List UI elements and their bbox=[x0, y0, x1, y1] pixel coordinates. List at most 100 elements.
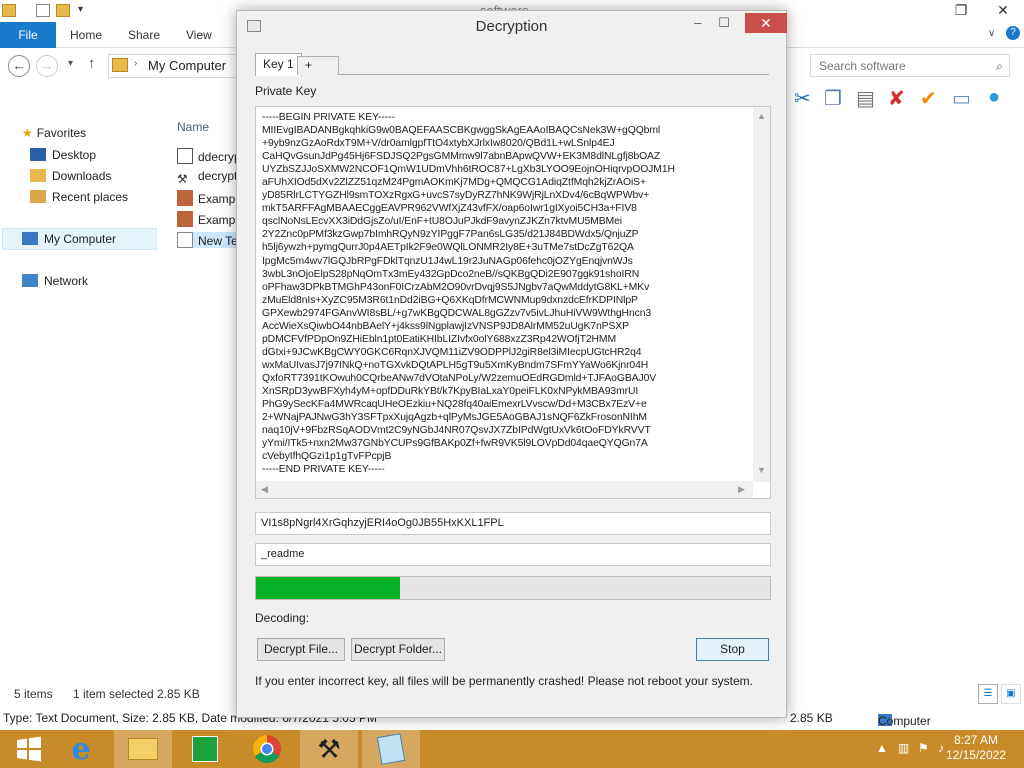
decryption-dialog: Decryption – ☐ ✕ Key 1 + Private Key ---… bbox=[236, 10, 787, 718]
list-item[interactable]: ⚒ decrypt bbox=[177, 169, 237, 188]
maximize-icon[interactable]: ☐ bbox=[709, 13, 739, 33]
list-item[interactable]: Exampl bbox=[177, 190, 238, 206]
breadcrumb[interactable]: My Computer bbox=[148, 58, 226, 73]
file-explorer-icon bbox=[128, 738, 158, 760]
chrome-icon bbox=[253, 735, 281, 763]
decrypt-file-button[interactable]: Decrypt File... bbox=[257, 638, 345, 661]
archive-icon bbox=[177, 148, 193, 164]
show-hidden-icons-icon[interactable]: ▲ bbox=[876, 741, 888, 755]
close-icon[interactable]: ✕ bbox=[988, 0, 1018, 20]
private-key-textarea[interactable]: -----BEGIN PRIVATE KEY----- MIIEvgIBADAN… bbox=[255, 106, 771, 499]
taskbar-chrome[interactable] bbox=[238, 730, 296, 768]
customize-quick-access-icon[interactable]: ▾ bbox=[78, 4, 83, 15]
text-file-icon bbox=[177, 232, 193, 248]
up-button[interactable]: ↑ bbox=[88, 55, 96, 72]
downloads-icon bbox=[30, 169, 46, 182]
horizontal-scrollbar[interactable]: ◀ ▶ bbox=[256, 481, 753, 498]
decrypt-folder-button[interactable]: Decrypt Folder... bbox=[351, 638, 445, 661]
computer-icon bbox=[22, 232, 38, 245]
ribbon-tab-share[interactable]: Share bbox=[128, 28, 160, 42]
globe-icon[interactable]: ● bbox=[988, 86, 1000, 109]
folder-icon bbox=[2, 4, 16, 17]
nav-my-computer[interactable]: My Computer bbox=[22, 232, 116, 246]
taskbar-decryptor[interactable]: ⚒ bbox=[300, 730, 358, 768]
nav-downloads-label: Downloads bbox=[52, 169, 112, 183]
warning-message: If you enter incorrect key, all files wi… bbox=[255, 674, 754, 688]
private-key-text[interactable]: -----BEGIN PRIVATE KEY----- MIIEvgIBADAN… bbox=[262, 111, 752, 479]
file-name: Exampl bbox=[198, 213, 239, 227]
tab-key-1[interactable]: Key 1 bbox=[255, 53, 302, 76]
back-button[interactable]: ← bbox=[8, 55, 30, 77]
check-icon[interactable]: ✔ bbox=[920, 86, 937, 111]
properties-icon[interactable] bbox=[36, 4, 50, 17]
image-file-icon bbox=[177, 211, 193, 227]
dialog-titlebar[interactable]: Decryption – ☐ ✕ bbox=[237, 11, 787, 41]
ribbon-tab-file[interactable]: File bbox=[0, 22, 56, 48]
taskbar: e ⚒ ▲ ▥ ⚑ ♪ 8:27 AM 12/15/2022 bbox=[0, 730, 1024, 768]
recent-locations-icon[interactable]: ▾ bbox=[68, 58, 73, 69]
network-status-icon[interactable]: ▥ bbox=[898, 741, 909, 755]
search-input[interactable]: Search software ⌕ bbox=[810, 54, 1010, 77]
scroll-up-icon[interactable]: ▲ bbox=[757, 111, 766, 121]
hammer-icon: ⚒ bbox=[177, 172, 188, 186]
nav-recent-places[interactable]: Recent places bbox=[30, 190, 128, 204]
nav-desktop[interactable]: Desktop bbox=[30, 148, 96, 162]
breadcrumb-chevron-icon[interactable]: › bbox=[134, 58, 137, 69]
taskbar-notepad[interactable] bbox=[362, 730, 420, 768]
desktop-icon bbox=[30, 148, 46, 161]
close-button[interactable]: ✕ bbox=[745, 13, 787, 33]
help-icon[interactable]: ? bbox=[1006, 26, 1020, 40]
ribbon-tab-home[interactable]: Home bbox=[70, 28, 102, 42]
decryption-progress-bar bbox=[255, 576, 771, 600]
stop-button[interactable]: Stop bbox=[696, 638, 769, 661]
list-item[interactable]: New Te bbox=[177, 232, 238, 248]
new-folder-icon[interactable] bbox=[56, 4, 70, 17]
scissors-icon[interactable]: ✂ bbox=[794, 86, 811, 111]
search-placeholder: Search software bbox=[819, 59, 906, 73]
scroll-right-icon[interactable]: ▶ bbox=[738, 484, 745, 495]
notepad-icon bbox=[376, 733, 406, 765]
taskbar-internet-explorer[interactable]: e bbox=[52, 730, 110, 768]
key-id-field[interactable]: VI1s8pNgrl4XrGqhzyjERI4oOg0JB55HxKXL1FPL bbox=[255, 512, 771, 535]
add-key-tab[interactable]: + bbox=[297, 56, 339, 75]
expand-ribbon-icon[interactable]: ∨ bbox=[988, 28, 995, 39]
forward-button[interactable]: → bbox=[36, 55, 58, 77]
rename-icon[interactable]: ▭ bbox=[952, 86, 971, 111]
clipboard-icon[interactable]: ▤ bbox=[856, 86, 875, 111]
list-item[interactable]: ddecryp bbox=[177, 148, 241, 164]
maximize-icon[interactable]: ❐ bbox=[946, 0, 976, 20]
clock[interactable]: 8:27 AM 12/15/2022 bbox=[946, 733, 1006, 763]
nav-favorites[interactable]: ★ Favorites bbox=[22, 126, 86, 140]
column-header-name[interactable]: Name bbox=[177, 120, 209, 134]
details-view-icon[interactable]: ☰ bbox=[978, 684, 998, 704]
nav-desktop-label: Desktop bbox=[52, 148, 97, 162]
clock-date: 12/15/2022 bbox=[945, 748, 1006, 762]
start-button[interactable] bbox=[0, 730, 58, 768]
taskbar-file-explorer[interactable] bbox=[114, 730, 172, 768]
nav-favorites-label: Favorites bbox=[36, 126, 87, 140]
scroll-left-icon[interactable]: ◀ bbox=[261, 484, 268, 495]
file-name: ddecryp bbox=[198, 150, 241, 164]
large-icons-view-icon[interactable]: ▣ bbox=[1001, 684, 1021, 704]
progress-fill bbox=[256, 577, 400, 599]
volume-icon[interactable]: ♪ bbox=[938, 741, 944, 755]
star-icon: ★ bbox=[22, 126, 33, 140]
delete-icon[interactable]: ✘ bbox=[888, 86, 905, 111]
folder-icon bbox=[112, 58, 128, 72]
ribbon-tab-view[interactable]: View bbox=[186, 28, 212, 42]
nav-network[interactable]: Network bbox=[22, 274, 88, 288]
action-center-icon[interactable]: ⚑ bbox=[918, 741, 929, 755]
copy-icon[interactable]: ❐ bbox=[824, 86, 842, 111]
taskbar-store[interactable] bbox=[176, 730, 234, 768]
vertical-scrollbar[interactable]: ▲ ▼ bbox=[753, 107, 770, 482]
details-size: 2.85 KB bbox=[790, 711, 833, 725]
scroll-down-icon[interactable]: ▼ bbox=[757, 465, 766, 475]
extension-field[interactable]: _readme bbox=[255, 543, 771, 566]
nav-downloads[interactable]: Downloads bbox=[30, 169, 111, 183]
internet-explorer-icon: e bbox=[71, 731, 91, 767]
nav-recent-places-label: Recent places bbox=[52, 190, 129, 204]
windows-logo-icon bbox=[17, 736, 41, 762]
private-key-label: Private Key bbox=[255, 84, 317, 98]
file-name: decrypt bbox=[198, 169, 238, 183]
list-item[interactable]: Exampl bbox=[177, 211, 238, 227]
